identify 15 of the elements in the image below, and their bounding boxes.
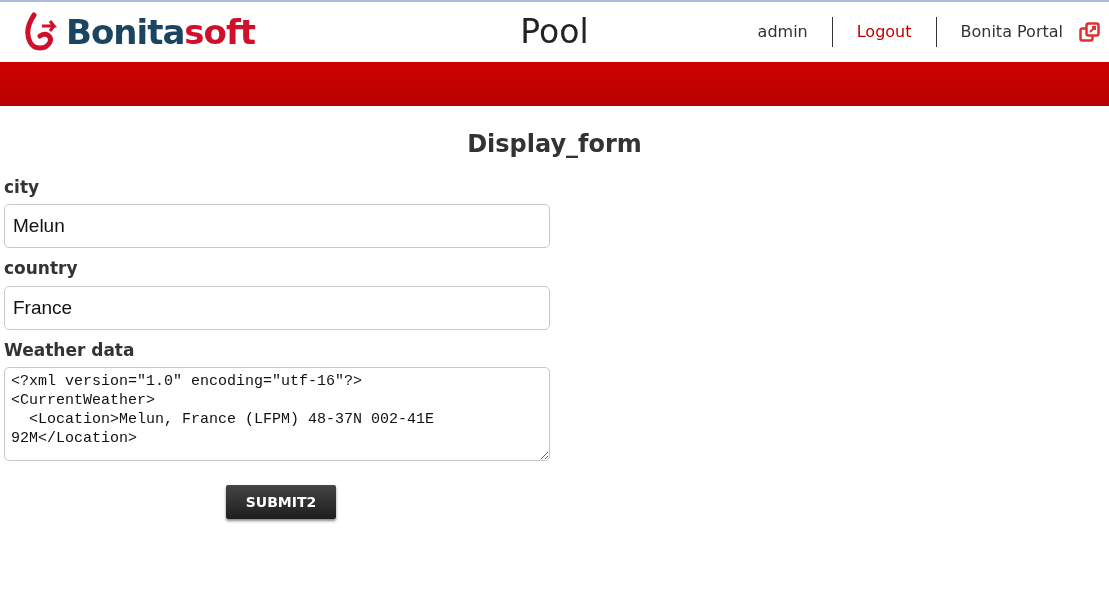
portal-link[interactable]: Bonita Portal [960,20,1063,44]
external-window-icon[interactable] [1079,22,1101,42]
field-label: city [4,175,41,199]
text-field[interactable]: France [4,285,550,330]
field-label: Weather data [4,338,136,362]
page-title: Pool [520,11,589,54]
field-label: country [4,257,79,281]
logout-link[interactable]: Logout [856,20,912,44]
submit-button[interactable]: SUBMIT2 [226,485,336,520]
form-title: Display_form [467,130,642,159]
logo-text: Bonitasoft [66,15,255,49]
user-link[interactable]: admin [757,20,808,44]
logo-icon [24,12,58,52]
text-field[interactable]: Melun [4,204,550,249]
text-area[interactable]: <?xml version="1.0" encoding="utf-16"?> <CurrentWeather> <Location>Melun, France (LFPM) 48-37N 002-41E 92M</Location> [4,367,550,462]
